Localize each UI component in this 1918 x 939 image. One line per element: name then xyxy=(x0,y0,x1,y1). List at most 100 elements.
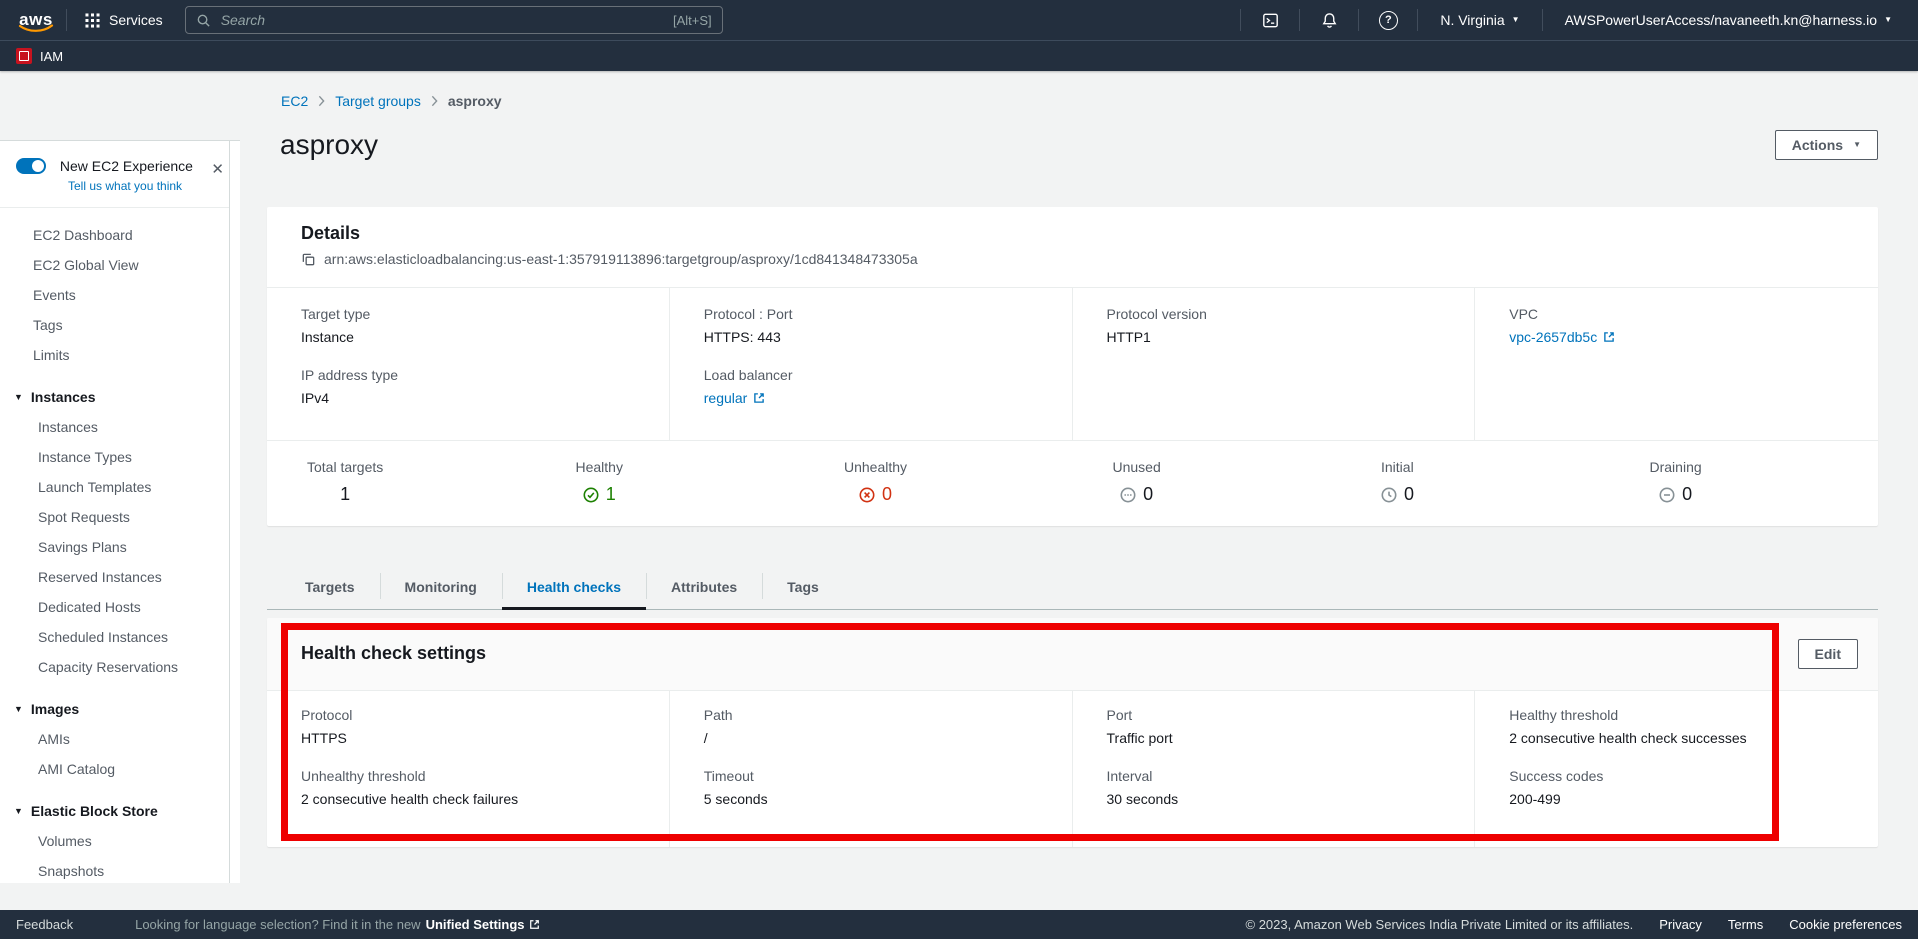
new-experience-label: New EC2 Experience xyxy=(60,158,193,174)
tab-bar: Targets Monitoring Health checks Attribu… xyxy=(267,565,1878,610)
chevron-right-icon xyxy=(431,95,438,107)
page-header: asproxy Actions ▼ xyxy=(267,125,1878,165)
field-port: Port Traffic port xyxy=(1107,707,1455,746)
details-column-2: Protocol : Port HTTPS: 443 Load balancer… xyxy=(670,288,1073,440)
sidebar-scrollbar[interactable] xyxy=(229,141,240,883)
sidebar-item[interactable]: ▼ EC2 Dashboard xyxy=(0,220,240,250)
top-nav-bar: aws Services [Alt+S] xyxy=(0,0,1918,40)
field-path: Path / xyxy=(704,707,1052,746)
sidebar-item[interactable]: ▼ Launch Templates xyxy=(0,472,240,502)
cloudshell-button[interactable] xyxy=(1251,6,1289,34)
stat-unhealthy: Unhealthy 0 xyxy=(804,459,1073,506)
stat-healthy: Healthy 1 xyxy=(536,459,805,506)
field-protocol-version: Protocol version HTTP1 xyxy=(1107,306,1455,345)
help-button[interactable]: ? xyxy=(1369,6,1407,34)
feedback-link[interactable]: Feedback xyxy=(16,917,73,932)
divider xyxy=(1299,9,1300,31)
sidebar-item[interactable]: ▼ Reserved Instances xyxy=(0,562,240,592)
privacy-link[interactable]: Privacy xyxy=(1659,917,1702,932)
region-selector[interactable]: N. Virginia ▼ xyxy=(1428,12,1531,28)
unified-settings-link[interactable]: Unified Settings xyxy=(426,917,540,932)
dots-circle-icon xyxy=(1120,487,1136,503)
caret-down-icon: ▼ xyxy=(1512,16,1520,24)
breadcrumb: EC2 Target groups asproxy xyxy=(281,93,1878,109)
services-menu[interactable]: Services xyxy=(77,12,171,28)
footer: Feedback Looking for language selection?… xyxy=(0,910,1918,939)
breadcrumb-target-groups[interactable]: Target groups xyxy=(335,93,421,109)
copy-arn-button[interactable] xyxy=(301,252,316,267)
grid-icon xyxy=(85,13,100,28)
sidebar-item[interactable]: ▼ Spot Requests xyxy=(0,502,240,532)
cookie-preferences-link[interactable]: Cookie preferences xyxy=(1789,917,1902,932)
vpc-link[interactable]: vpc-2657db5c xyxy=(1509,329,1615,345)
field-protocol-port: Protocol : Port HTTPS: 443 xyxy=(704,306,1052,345)
region-label: N. Virginia xyxy=(1440,12,1504,28)
sidebar-item[interactable]: ▼ Tags xyxy=(0,310,240,340)
sidebar-item[interactable]: ▼ Scheduled Instances xyxy=(0,622,240,652)
header-actions: ? N. Virginia ▼ AWSPowerUserAccess/navan… xyxy=(1230,6,1904,34)
caret-down-icon: ▼ xyxy=(14,806,23,816)
arn-value: arn:aws:elasticloadbalancing:us-east-1:3… xyxy=(324,251,918,267)
field-vpc: VPC vpc-2657db5c xyxy=(1509,306,1858,345)
edit-button[interactable]: Edit xyxy=(1798,639,1858,669)
sidebar-item[interactable]: ▼ AMIs xyxy=(0,724,240,754)
external-link-icon xyxy=(529,919,540,930)
search-shortcut: [Alt+S] xyxy=(673,13,712,28)
main-content: EC2 Target groups asproxy asproxy Action… xyxy=(240,70,1918,910)
tab[interactable]: Tags xyxy=(762,565,844,610)
global-search[interactable]: [Alt+S] xyxy=(185,6,723,34)
sidebar-item[interactable]: ▼ Volumes xyxy=(0,826,240,856)
sidebar-item[interactable]: ▼ AMI Catalog xyxy=(0,754,240,784)
sidebar-item[interactable]: ▼ Capacity Reservations xyxy=(0,652,240,682)
tab[interactable]: Attributes xyxy=(646,565,762,610)
tell-us-link[interactable]: Tell us what you think xyxy=(68,179,224,193)
sidebar-item[interactable]: ▼ EC2 Global View xyxy=(0,250,240,280)
breadcrumb-ec2[interactable]: EC2 xyxy=(281,93,308,109)
sidebar-item[interactable]: ▼ Limits xyxy=(0,340,240,370)
hc-column-1: Protocol HTTPS Unhealthy threshold 2 con… xyxy=(267,691,670,847)
notifications-button[interactable] xyxy=(1310,6,1348,34)
search-input[interactable] xyxy=(219,11,665,29)
sidebar-item[interactable]: ▼ Instances xyxy=(0,382,240,412)
services-label: Services xyxy=(109,12,163,28)
new-experience-toggle[interactable] xyxy=(16,158,46,174)
arn-row: arn:aws:elasticloadbalancing:us-east-1:3… xyxy=(301,251,1858,267)
health-check-header: Health check settings Edit xyxy=(267,618,1878,691)
tab[interactable]: Targets xyxy=(280,565,380,610)
divider xyxy=(1417,9,1418,31)
sidebar-item[interactable]: ▼ Dedicated Hosts xyxy=(0,592,240,622)
sidebar-item[interactable]: ▼ Instance Types xyxy=(0,442,240,472)
sidebar-item[interactable]: ▼ Snapshots xyxy=(0,856,240,883)
aws-console: aws Services [Alt+S] xyxy=(0,0,1918,939)
actions-button[interactable]: Actions ▼ xyxy=(1775,130,1878,160)
sidebar-item[interactable]: ▼ Events xyxy=(0,280,240,310)
field-success-codes: Success codes 200-499 xyxy=(1509,768,1858,807)
load-balancer-link[interactable]: regular xyxy=(704,390,766,406)
details-header: Details arn:aws:elasticloadbalancing:us-… xyxy=(267,207,1878,288)
stat-unused: Unused 0 xyxy=(1073,459,1342,506)
sidebar-nav: ▼ EC2 Dashboard ▼ EC2 Global View ▼ Even… xyxy=(0,208,240,883)
external-link-icon xyxy=(753,392,765,404)
close-icon[interactable]: ✕ xyxy=(211,162,224,177)
aws-logo[interactable]: aws xyxy=(16,7,56,33)
language-hint: Looking for language selection? Find it … xyxy=(135,917,539,932)
divider xyxy=(1358,9,1359,31)
iam-service-icon xyxy=(16,48,32,64)
sidebar-item[interactable]: ▼ Savings Plans xyxy=(0,532,240,562)
terms-link[interactable]: Terms xyxy=(1728,917,1763,932)
sidebar-item[interactable]: ▼ Instances xyxy=(0,412,240,442)
divider xyxy=(66,9,67,31)
tab[interactable]: Monitoring xyxy=(380,565,502,610)
caret-down-icon: ▼ xyxy=(14,704,23,714)
sidebar-item[interactable]: ▼ Images xyxy=(0,694,240,724)
footer-links: © 2023, Amazon Web Services India Privat… xyxy=(1246,917,1902,932)
aws-smile-icon xyxy=(18,24,54,34)
account-menu[interactable]: AWSPowerUserAccess/navaneeth.kn@harness.… xyxy=(1553,12,1904,28)
tab[interactable]: Health checks xyxy=(502,565,646,610)
breadcrumb-current: asproxy xyxy=(448,93,502,109)
sidebar-item[interactable]: ▼ Elastic Block Store xyxy=(0,796,240,826)
check-circle-icon xyxy=(583,487,599,503)
favorite-iam[interactable]: IAM xyxy=(40,49,63,64)
field-healthy-threshold: Healthy threshold 2 consecutive health c… xyxy=(1509,707,1858,746)
field-load-balancer: Load balancer regular xyxy=(704,367,1052,406)
